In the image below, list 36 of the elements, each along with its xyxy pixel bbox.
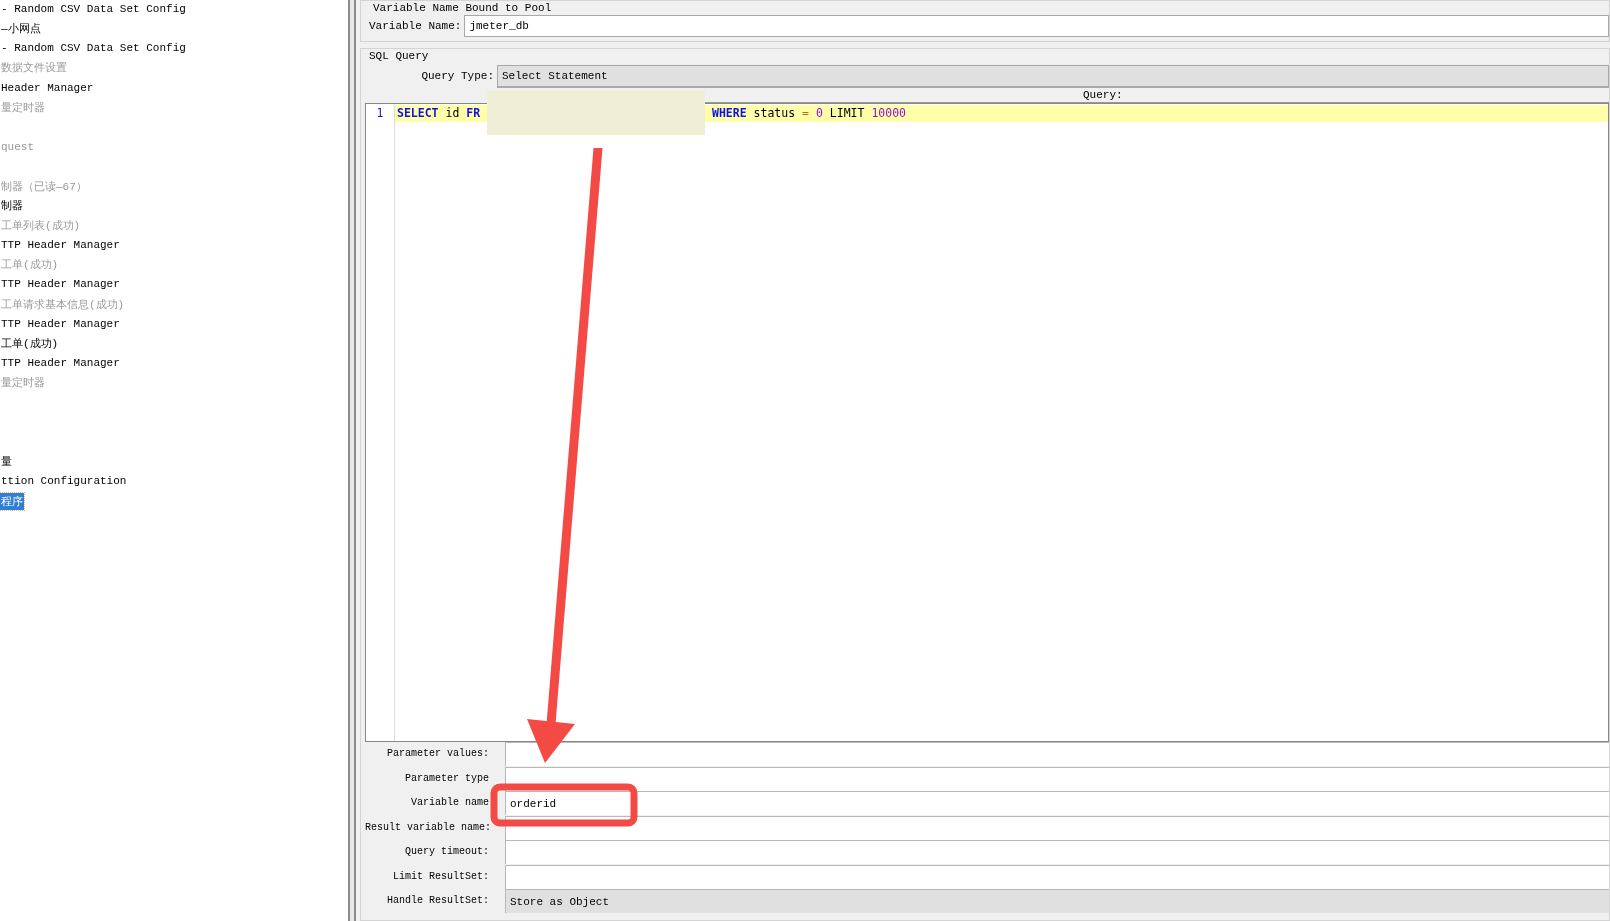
dropdown[interactable]: Store as Object bbox=[505, 889, 1609, 914]
tree-item[interactable]: - Random CSV Data Set Config bbox=[0, 1, 187, 16]
query-header: Query: bbox=[1083, 89, 1123, 101]
line-number: 1 bbox=[375, 105, 385, 122]
group-title: SQL Query bbox=[368, 49, 430, 63]
field-label: Variable name bbox=[410, 797, 490, 810]
input-field[interactable] bbox=[505, 766, 1609, 791]
tree-item[interactable]: 制器 bbox=[0, 197, 24, 215]
tree-item[interactable]: TTP Header Manager bbox=[0, 316, 121, 331]
tree-item[interactable]: TTP Header Manager bbox=[0, 356, 121, 371]
tree-item[interactable]: ttion Configuration bbox=[0, 474, 128, 489]
input-field[interactable] bbox=[505, 840, 1609, 865]
field-label: Parameter values: bbox=[385, 748, 490, 761]
field-label: Limit ResultSet: bbox=[392, 870, 490, 883]
tree-item[interactable]: 工单(成功) bbox=[0, 335, 60, 353]
field-label: Parameter type bbox=[404, 772, 490, 785]
group-title: Variable Name Bound to Pool bbox=[372, 1, 553, 15]
field-label: Handle ResultSet: bbox=[385, 895, 490, 908]
field-label: Query Type: bbox=[420, 70, 495, 82]
tree-item[interactable]: TTP Header Manager bbox=[0, 238, 121, 253]
tree-item[interactable]: Header Manager bbox=[0, 80, 95, 95]
tree-item[interactable]: TTP Header Manager bbox=[0, 277, 121, 292]
query-type-dropdown[interactable]: Select Statement bbox=[497, 65, 1609, 87]
input-field[interactable] bbox=[505, 815, 1609, 840]
field-label: Variable Name: bbox=[369, 20, 462, 32]
variable-name-field[interactable]: jmeter_db bbox=[464, 15, 1609, 37]
tree-item[interactable]: - Random CSV Data Set Config bbox=[0, 41, 187, 56]
tree-item[interactable]: —小网点 bbox=[0, 20, 42, 38]
input-field[interactable]: orderid bbox=[505, 791, 1609, 816]
field-label: Query timeout: bbox=[404, 846, 490, 859]
input-field[interactable] bbox=[505, 864, 1609, 889]
field-label: Result variable name: bbox=[365, 821, 493, 834]
splitter-bar[interactable] bbox=[348, 0, 356, 921]
tree-item[interactable]: 程序 bbox=[0, 492, 24, 510]
tree-item[interactable]: 量 bbox=[0, 453, 13, 471]
input-field[interactable] bbox=[505, 742, 1609, 767]
